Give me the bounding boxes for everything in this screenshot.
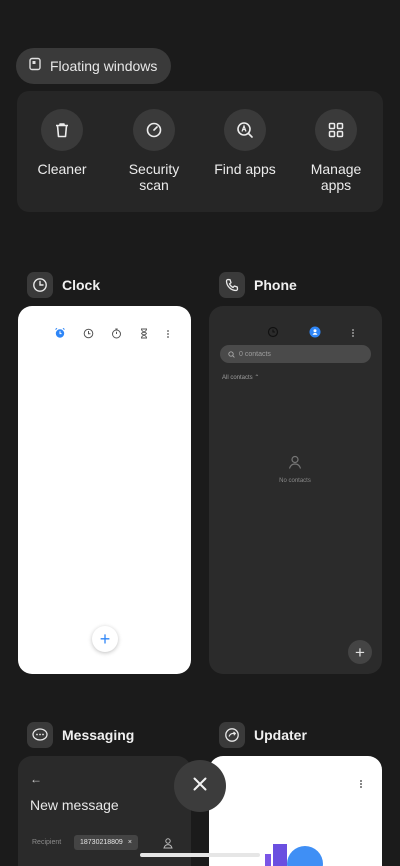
floating-window-icon [28, 57, 42, 76]
updater-app-name: Updater [254, 727, 307, 743]
contacts-search-input[interactable]: 0 contacts [220, 345, 371, 363]
new-message-title: New message [30, 797, 119, 813]
clock-icon [27, 272, 53, 298]
floating-windows-label: Floating windows [50, 58, 158, 74]
floating-windows-button[interactable]: Floating windows [16, 48, 172, 84]
grid-icon [315, 109, 357, 151]
timer-icon[interactable] [139, 326, 149, 344]
more-options-icon[interactable] [359, 776, 363, 794]
messaging-app-header[interactable]: Messaging [27, 722, 134, 748]
shield-scan-icon [133, 109, 175, 151]
quick-actions-panel: Cleaner Security scan Find apps Manage a… [17, 91, 383, 212]
remove-recipient-icon[interactable]: × [128, 839, 132, 846]
find-apps-icon [224, 109, 266, 151]
contacts-tab-icon[interactable] [309, 325, 321, 343]
back-arrow-icon[interactable]: ← [30, 772, 42, 786]
clock-app-name: Clock [62, 277, 101, 293]
person-icon [287, 454, 303, 475]
updater-app-card[interactable] [209, 756, 382, 866]
phone-tab-bar [267, 325, 355, 343]
more-options-icon[interactable] [351, 325, 355, 343]
chat-icon [27, 722, 53, 748]
contacts-filter-dropdown[interactable]: All contacts ⌃ [222, 374, 259, 381]
close-icon [192, 776, 208, 797]
add-alarm-button[interactable]: + [92, 626, 118, 652]
trash-icon [41, 109, 83, 151]
search-icon [228, 345, 235, 363]
os-logo-icon [265, 844, 325, 866]
world-clock-icon[interactable] [83, 326, 94, 344]
recipient-label: Recipient [32, 839, 62, 846]
search-placeholder: 0 contacts [239, 350, 271, 358]
phone-app-header[interactable]: Phone [219, 272, 297, 298]
clock-app-header[interactable]: Clock [27, 272, 100, 298]
add-contact-button[interactable]: + [348, 640, 372, 664]
updater-app-header[interactable]: Updater [219, 722, 307, 748]
chevron-up-down-icon: ⌃ [254, 375, 260, 381]
phone-icon [219, 272, 245, 298]
messaging-app-name: Messaging [62, 727, 135, 743]
cleaner-label: Cleaner [37, 161, 87, 177]
manage-apps-label: Manage apps [310, 161, 362, 193]
updater-icon [219, 722, 245, 748]
clock-tab-bar [54, 326, 170, 344]
home-indicator[interactable] [140, 853, 260, 857]
filter-label: All contacts [222, 375, 253, 381]
close-all-button[interactable] [174, 760, 226, 812]
recipient-number: 18730218809 [80, 839, 123, 846]
no-contacts-placeholder: No contacts [269, 454, 321, 484]
manage-apps-button[interactable]: Manage apps [291, 109, 381, 193]
alarm-icon[interactable] [54, 326, 66, 344]
recipient-chip[interactable]: 18730218809 × [74, 835, 138, 850]
plus-icon: + [99, 629, 111, 649]
phone-app-card[interactable]: 0 contacts All contacts ⌃ No contacts + [209, 306, 382, 674]
cleaner-button[interactable]: Cleaner [17, 109, 107, 177]
find-apps-button[interactable]: Find apps [200, 109, 290, 177]
security-scan-button[interactable]: Security scan [109, 109, 199, 193]
stopwatch-icon[interactable] [111, 326, 122, 344]
no-contacts-text: No contacts [279, 478, 311, 484]
plus-icon: + [355, 642, 365, 662]
recents-icon[interactable] [267, 325, 279, 343]
find-apps-label: Find apps [214, 161, 276, 177]
more-options-icon[interactable] [166, 326, 170, 344]
clock-app-card[interactable]: + [18, 306, 191, 674]
phone-app-name: Phone [254, 277, 297, 293]
messaging-app-card[interactable]: ← New message Recipient 18730218809 × [18, 756, 191, 866]
security-scan-label: Security scan [128, 161, 180, 193]
add-contact-icon[interactable] [162, 836, 174, 854]
